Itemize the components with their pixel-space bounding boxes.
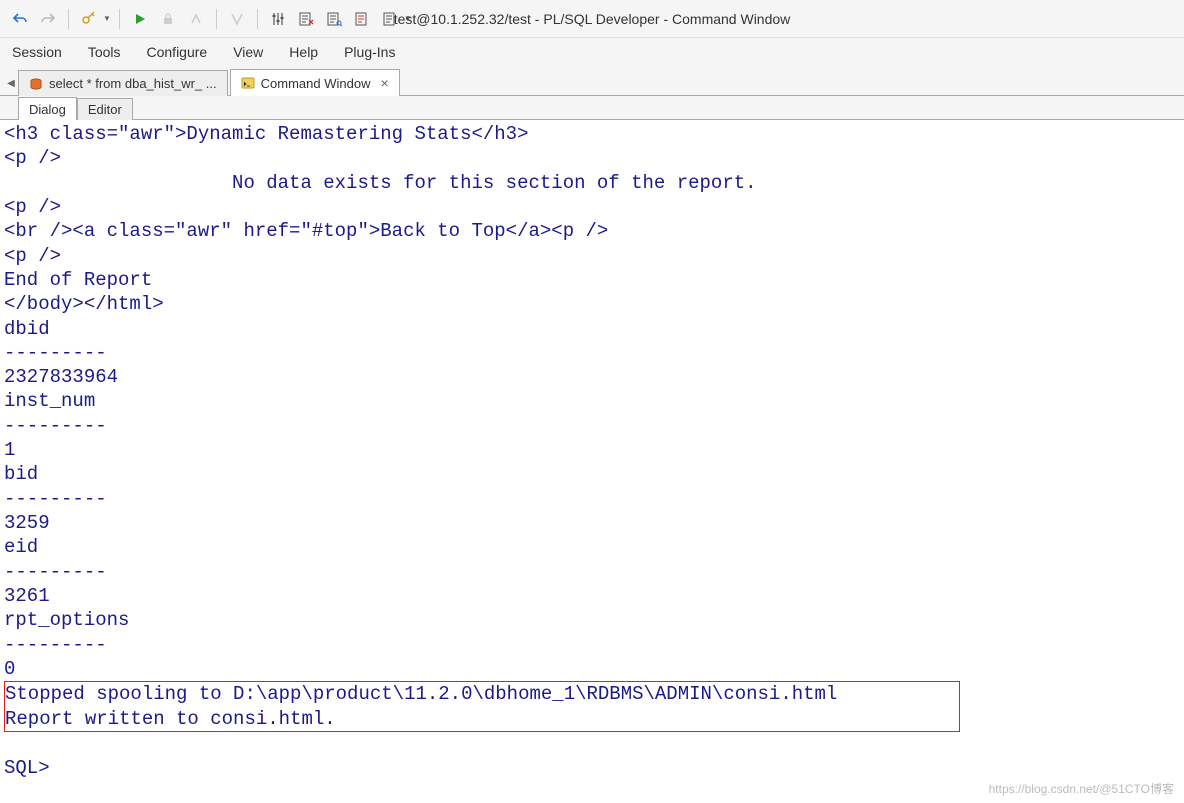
console-output[interactable]: <h3 class="awr">Dynamic Remastering Stat…: [0, 120, 1184, 803]
tab-scroll-left-icon[interactable]: ◀: [4, 71, 18, 95]
output-line: 0: [4, 658, 15, 680]
output-line: inst_num: [4, 390, 95, 412]
output-line: rpt_options: [4, 609, 129, 631]
redo-button[interactable]: [36, 7, 60, 31]
output-line: <br /><a class="awr" href="#top">Back to…: [4, 220, 608, 242]
close-icon[interactable]: ×: [380, 75, 388, 91]
output-line: bid: [4, 463, 38, 485]
tab-label: Command Window: [261, 76, 371, 91]
output-line: ---------: [4, 634, 107, 656]
output-line: ---------: [4, 488, 107, 510]
menu-plugins[interactable]: Plug-Ins: [340, 42, 399, 62]
key-dropdown-icon[interactable]: ▼: [103, 14, 111, 23]
undo-button[interactable]: [8, 7, 32, 31]
output-line: ---------: [4, 561, 107, 583]
separator: [216, 9, 217, 29]
output-line: <p />: [4, 147, 61, 169]
report-button-2[interactable]: [322, 7, 346, 31]
output-line: 2327833964: [4, 366, 118, 388]
sql-icon: [29, 77, 43, 91]
output-line: No data exists for this section of the r…: [4, 172, 757, 194]
tab-label: select * from dba_hist_wr_ ...: [49, 76, 217, 91]
lock-button: [156, 7, 180, 31]
window-title: test@10.1.252.32/test - PL/SQL Developer…: [394, 11, 791, 27]
output-line: <h3 class="awr">Dynamic Remastering Stat…: [4, 123, 529, 145]
tab-command-window[interactable]: Command Window ×: [230, 69, 400, 96]
output-line: End of Report: [4, 269, 152, 291]
output-line: ---------: [4, 342, 107, 364]
tab-sql-query[interactable]: select * from dba_hist_wr_ ...: [18, 70, 228, 96]
separator: [119, 9, 120, 29]
menu-view[interactable]: View: [229, 42, 267, 62]
sliders-button[interactable]: [266, 7, 290, 31]
break-button: [184, 7, 208, 31]
menubar: Session Tools Configure View Help Plug-I…: [0, 38, 1184, 66]
output-line: </body></html>: [4, 293, 164, 315]
commit-button: [225, 7, 249, 31]
subtab-editor[interactable]: Editor: [77, 98, 133, 120]
menu-help[interactable]: Help: [285, 42, 322, 62]
output-line: Report written to consi.html.: [5, 708, 336, 730]
output-line: dbid: [4, 318, 50, 340]
output-line: 3259: [4, 512, 50, 534]
output-line: ---------: [4, 415, 107, 437]
sql-prompt: SQL>: [4, 757, 50, 779]
execute-button[interactable]: [128, 7, 152, 31]
menu-session[interactable]: Session: [8, 42, 66, 62]
subtab-dialog[interactable]: Dialog: [18, 97, 77, 120]
subtabs: Dialog Editor: [0, 96, 1184, 120]
separator: [68, 9, 69, 29]
highlighted-output: Stopped spooling to D:\app\product\11.2.…: [4, 681, 960, 732]
command-icon: [241, 76, 255, 90]
output-line: eid: [4, 536, 38, 558]
menu-configure[interactable]: Configure: [143, 42, 212, 62]
key-button[interactable]: [77, 7, 101, 31]
document-tabs: ◀ select * from dba_hist_wr_ ... Command…: [0, 66, 1184, 96]
output-line: <p />: [4, 245, 61, 267]
output-line: Stopped spooling to D:\app\product\11.2.…: [5, 683, 837, 705]
menu-tools[interactable]: Tools: [84, 42, 125, 62]
report-button-1[interactable]: [294, 7, 318, 31]
main-toolbar: ▼ ▼ test@10.1.252.32/test - PL/SQL Devel…: [0, 0, 1184, 38]
output-line: 3261: [4, 585, 50, 607]
separator: [257, 9, 258, 29]
output-line: 1: [4, 439, 15, 461]
output-line: <p />: [4, 196, 61, 218]
watermark: https://blog.csdn.net/@51CTO博客: [989, 780, 1174, 797]
report-button-3[interactable]: [350, 7, 374, 31]
